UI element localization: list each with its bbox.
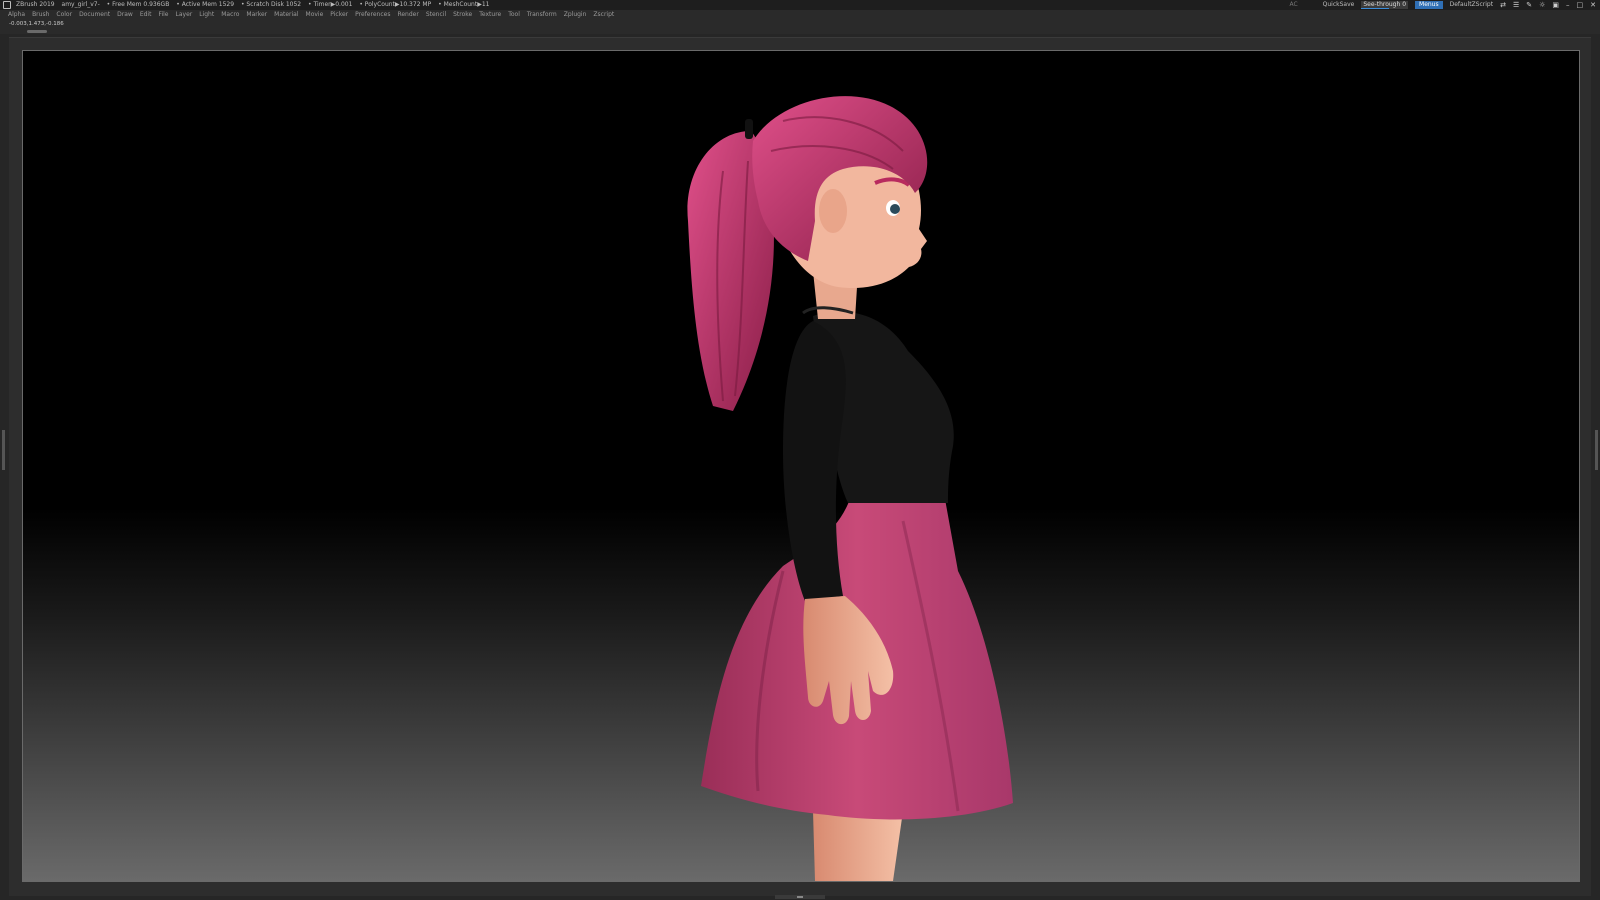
timer: • Timer▶0.001 xyxy=(308,1,353,8)
brush-icon[interactable]: ✎ xyxy=(1526,0,1532,10)
status-row: -0.003,1.473,-0.186 xyxy=(0,20,1600,34)
hair-tie xyxy=(745,119,753,139)
close-icon[interactable]: ✕ xyxy=(1590,0,1596,10)
quicksave-button[interactable]: QuickSave xyxy=(1323,0,1355,10)
arm-sleeve xyxy=(783,321,846,601)
file-name: amy_girl_v7- xyxy=(61,1,100,8)
menu-color[interactable]: Color xyxy=(56,11,72,18)
see-through-slider[interactable]: See-through 0 xyxy=(1361,1,1409,9)
menu-layer[interactable]: Layer xyxy=(176,11,193,18)
model-render xyxy=(687,96,1013,881)
lock-icon[interactable]: ▣ xyxy=(1552,0,1559,10)
title-bar: ZBrush 2019 amy_girl_v7- • Free Mem 0.93… xyxy=(0,0,1600,10)
see-through-fill xyxy=(1361,8,1390,9)
ear xyxy=(819,189,847,233)
menu-edit[interactable]: Edit xyxy=(140,11,152,18)
free-mem: • Free Mem 0.936GB xyxy=(106,1,170,8)
active-mem: • Active Mem 1529 xyxy=(176,1,235,8)
menu-zscript[interactable]: Zscript xyxy=(593,11,614,18)
menu-icon[interactable]: ☰ xyxy=(1513,0,1519,10)
viewport-canvas[interactable] xyxy=(22,50,1580,882)
menu-material[interactable]: Material xyxy=(274,11,298,18)
menu-transform[interactable]: Transform xyxy=(527,11,557,18)
menu-items: Alpha Brush Color Document Draw Edit File Layer… xyxy=(8,10,621,20)
menu-render[interactable]: Render xyxy=(397,11,418,18)
right-tray-handle[interactable] xyxy=(1595,430,1598,470)
menu-document[interactable]: Document xyxy=(79,11,110,18)
ac-button[interactable]: AC xyxy=(1289,0,1297,10)
menu-zplugin[interactable]: Zplugin xyxy=(564,11,587,18)
menu-brush[interactable]: Brush xyxy=(32,11,49,18)
menus-button[interactable]: Menus xyxy=(1415,1,1443,9)
light-icon[interactable]: ☼ xyxy=(1539,0,1545,10)
menu-preferences[interactable]: Preferences xyxy=(355,11,390,18)
mesh-count: • MeshCount▶11 xyxy=(438,1,490,8)
status-scrollbar[interactable] xyxy=(27,30,47,33)
maximize-icon[interactable]: □ xyxy=(1577,0,1584,10)
menu-alpha[interactable]: Alpha xyxy=(8,11,25,18)
menu-file[interactable]: File xyxy=(158,11,168,18)
layout-icon[interactable]: ⇄ xyxy=(1500,0,1506,10)
iris xyxy=(890,204,900,214)
left-tray-handle[interactable] xyxy=(2,430,5,470)
zbrush-logo-icon xyxy=(3,0,11,9)
menu-stroke[interactable]: Stroke xyxy=(453,11,472,18)
menu-picker[interactable]: Picker xyxy=(330,11,348,18)
title-controls: AC QuickSave See-through 0 Menus Default… xyxy=(1289,0,1596,10)
menu-draw[interactable]: Draw xyxy=(117,11,133,18)
bottom-tray-handle[interactable] xyxy=(775,895,825,899)
menu-tool[interactable]: Tool xyxy=(508,11,520,18)
minimize-icon[interactable]: – xyxy=(1566,0,1570,10)
menu-movie[interactable]: Movie xyxy=(306,11,324,18)
menu-light[interactable]: Light xyxy=(199,11,214,18)
poly-count: • PolyCount▶10.372 MP xyxy=(359,1,432,8)
coordinate-readout: -0.003,1.473,-0.186 xyxy=(9,21,64,27)
menu-texture[interactable]: Texture xyxy=(479,11,501,18)
scratch-disk: • Scratch Disk 1052 xyxy=(240,1,302,8)
menu-bar: Alpha Brush Color Document Draw Edit File Layer… xyxy=(0,10,1600,20)
menu-macro[interactable]: Macro xyxy=(221,11,239,18)
menu-stencil[interactable]: Stencil xyxy=(426,11,446,18)
zbrush-window: ZBrush 2019 amy_girl_v7- • Free Mem 0.93… xyxy=(0,0,1600,900)
title-info: ZBrush 2019 amy_girl_v7- • Free Mem 0.93… xyxy=(3,0,494,10)
app-name: ZBrush 2019 xyxy=(16,1,55,8)
see-through-label: See-through 0 xyxy=(1363,1,1407,8)
leg xyxy=(813,811,903,881)
menu-marker[interactable]: Marker xyxy=(246,11,267,18)
default-zscript-button[interactable]: DefaultZScript xyxy=(1450,0,1493,10)
